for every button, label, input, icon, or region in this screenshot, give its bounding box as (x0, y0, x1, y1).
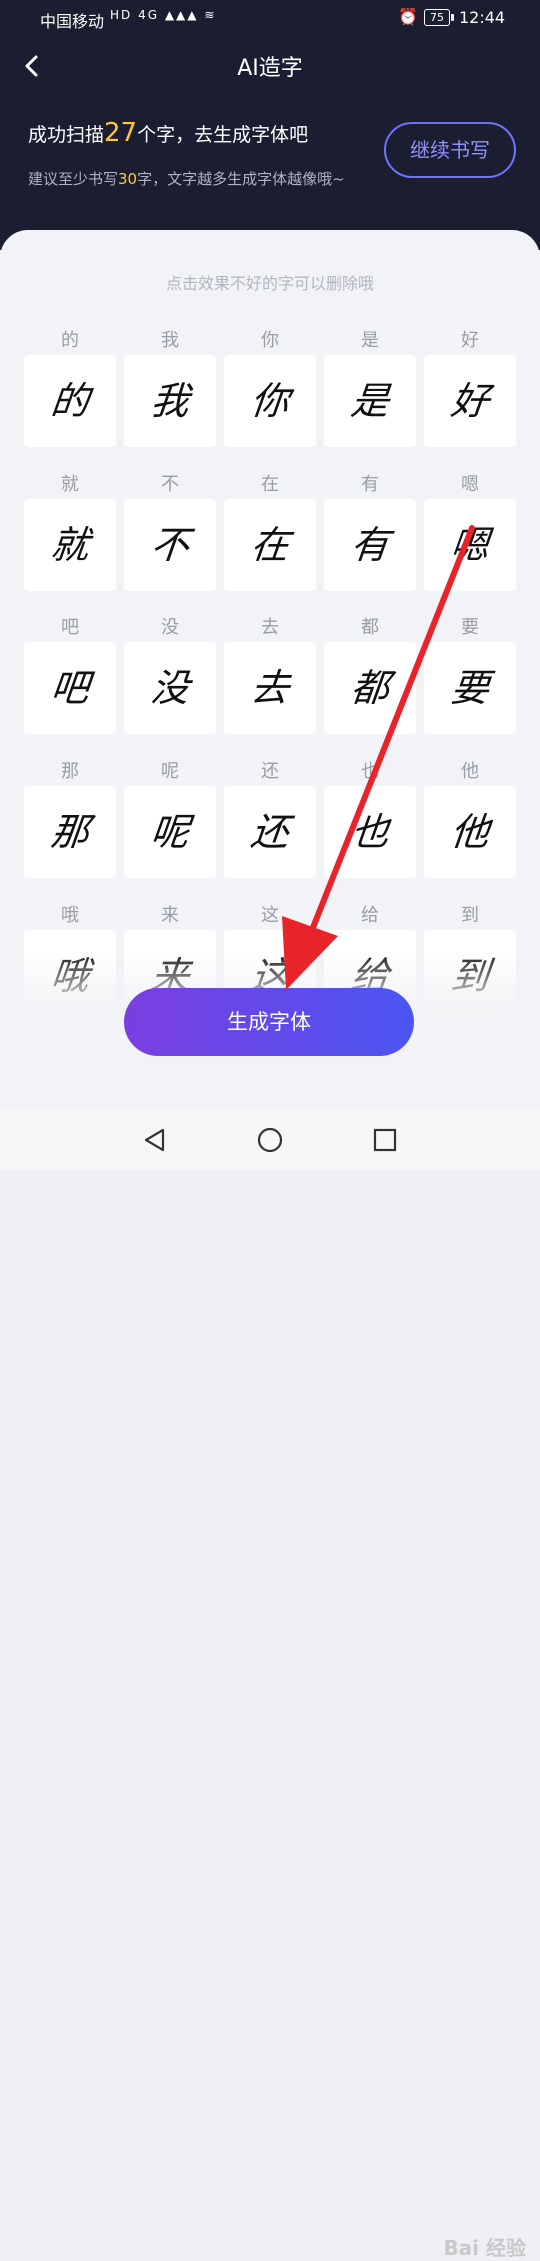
scan-count: 27 (104, 118, 138, 148)
handwritten-char-card[interactable]: 吧 (24, 642, 116, 734)
handwritten-char: 是 (348, 379, 392, 423)
handwritten-char-card[interactable]: 要 (424, 642, 516, 734)
handwritten-char-card[interactable]: 没 (124, 642, 216, 734)
char-label: 来 (161, 905, 179, 926)
handwritten-char: 也 (348, 810, 392, 854)
handwritten-char-card[interactable]: 在 (224, 499, 316, 591)
handwritten-char-card[interactable]: 就 (24, 499, 116, 591)
alarm-icon: ⏰ (398, 7, 418, 26)
handwritten-char-card[interactable]: 是 (324, 355, 416, 447)
handwritten-char: 吧 (48, 666, 92, 710)
char-label: 吧 (61, 617, 79, 638)
clock: 12:44 (459, 8, 506, 27)
handwritten-char: 还 (248, 810, 292, 854)
character-panel: 点击效果不好的字可以删除哦 的的我我你你是是好好就就不不在在有有嗯嗯吧吧没没去去… (0, 230, 540, 1110)
char-label: 给 (361, 905, 379, 926)
handwritten-char-card[interactable]: 呢 (124, 786, 216, 878)
header-background: 中国移动 HD 4G ▲▲▲ ≋ ⏰ 75 12:44 AI造字 成功扫描27个… (0, 0, 540, 250)
nav-recents-icon[interactable] (372, 1127, 398, 1153)
char-label: 嗯 (461, 474, 479, 495)
char-label: 在 (261, 474, 279, 495)
handwritten-char: 有 (348, 523, 392, 567)
char-label: 也 (361, 761, 379, 782)
char-label: 还 (261, 761, 279, 782)
handwritten-char: 不 (148, 523, 192, 567)
handwritten-char: 他 (448, 810, 492, 854)
handwritten-char: 好 (448, 379, 492, 423)
handwritten-char-card[interactable]: 那 (24, 786, 116, 878)
char-label: 是 (361, 330, 379, 351)
char-label: 不 (161, 474, 179, 495)
char-label: 没 (161, 617, 179, 638)
char-label: 我 (161, 330, 179, 351)
char-label: 呢 (161, 761, 179, 782)
handwritten-char: 没 (148, 666, 192, 710)
delete-hint: 点击效果不好的字可以删除哦 (165, 274, 374, 293)
char-label: 就 (61, 474, 79, 495)
suggestion-text: 建议至少书写30字，文字越多生成字体越像哦~ (28, 170, 345, 188)
handwritten-char-card[interactable]: 的 (24, 355, 116, 447)
handwritten-char: 去 (248, 666, 292, 710)
handwritten-char: 那 (48, 810, 92, 854)
carrier-name: 中国移动 (40, 12, 105, 31)
watermark: Bai 经验 (443, 2236, 526, 2260)
nav-back-icon[interactable] (142, 1127, 168, 1153)
status-bar: 中国移动 HD 4G ▲▲▲ ≋ ⏰ 75 12:44 (0, 0, 540, 36)
system-nav-bar: Bai 经验 (0, 1110, 540, 2260)
handwritten-char: 你 (248, 379, 292, 423)
page-title: AI造字 (237, 56, 303, 81)
continue-writing-button[interactable]: 继续书写 (384, 122, 516, 178)
handwritten-char-card[interactable]: 不 (124, 499, 216, 591)
signal-icon: HD 4G ▲▲▲ ≋ (110, 8, 217, 22)
char-label: 好 (461, 330, 479, 351)
char-label: 他 (461, 761, 479, 782)
char-label: 你 (261, 330, 279, 351)
char-label: 都 (361, 617, 379, 638)
handwritten-char: 都 (348, 666, 392, 710)
handwritten-char: 的 (48, 379, 92, 423)
char-label: 有 (361, 474, 379, 495)
handwritten-char-card[interactable]: 好 (424, 355, 516, 447)
handwritten-char: 我 (148, 379, 192, 423)
generate-font-button[interactable]: 生成字体 (124, 988, 414, 1056)
char-label: 到 (461, 905, 479, 926)
handwritten-char: 呢 (148, 810, 192, 854)
handwritten-char: 就 (48, 523, 92, 567)
handwritten-char-card[interactable]: 都 (324, 642, 416, 734)
handwritten-char: 嗯 (448, 523, 492, 567)
handwritten-char: 在 (248, 523, 292, 567)
handwritten-char-card[interactable]: 去 (224, 642, 316, 734)
handwritten-char: 要 (448, 666, 492, 710)
char-label: 去 (261, 617, 279, 638)
char-label: 要 (461, 617, 479, 638)
char-label: 那 (61, 761, 79, 782)
handwritten-char-card[interactable]: 你 (224, 355, 316, 447)
battery-icon: 75 (424, 9, 454, 26)
handwritten-char-card[interactable]: 嗯 (424, 499, 516, 591)
char-label: 哦 (61, 905, 79, 926)
handwritten-char-card[interactable]: 还 (224, 786, 316, 878)
scan-summary: 成功扫描27个字，去生成字体吧 (28, 118, 309, 148)
char-label: 的 (61, 330, 79, 351)
handwritten-char-card[interactable]: 有 (324, 499, 416, 591)
handwritten-char-card[interactable]: 我 (124, 355, 216, 447)
handwritten-char-card[interactable]: 他 (424, 786, 516, 878)
char-label: 这 (261, 905, 279, 926)
nav-home-icon[interactable] (257, 1127, 283, 1153)
handwritten-char-card[interactable]: 也 (324, 786, 416, 878)
suggest-count: 30 (118, 170, 138, 188)
